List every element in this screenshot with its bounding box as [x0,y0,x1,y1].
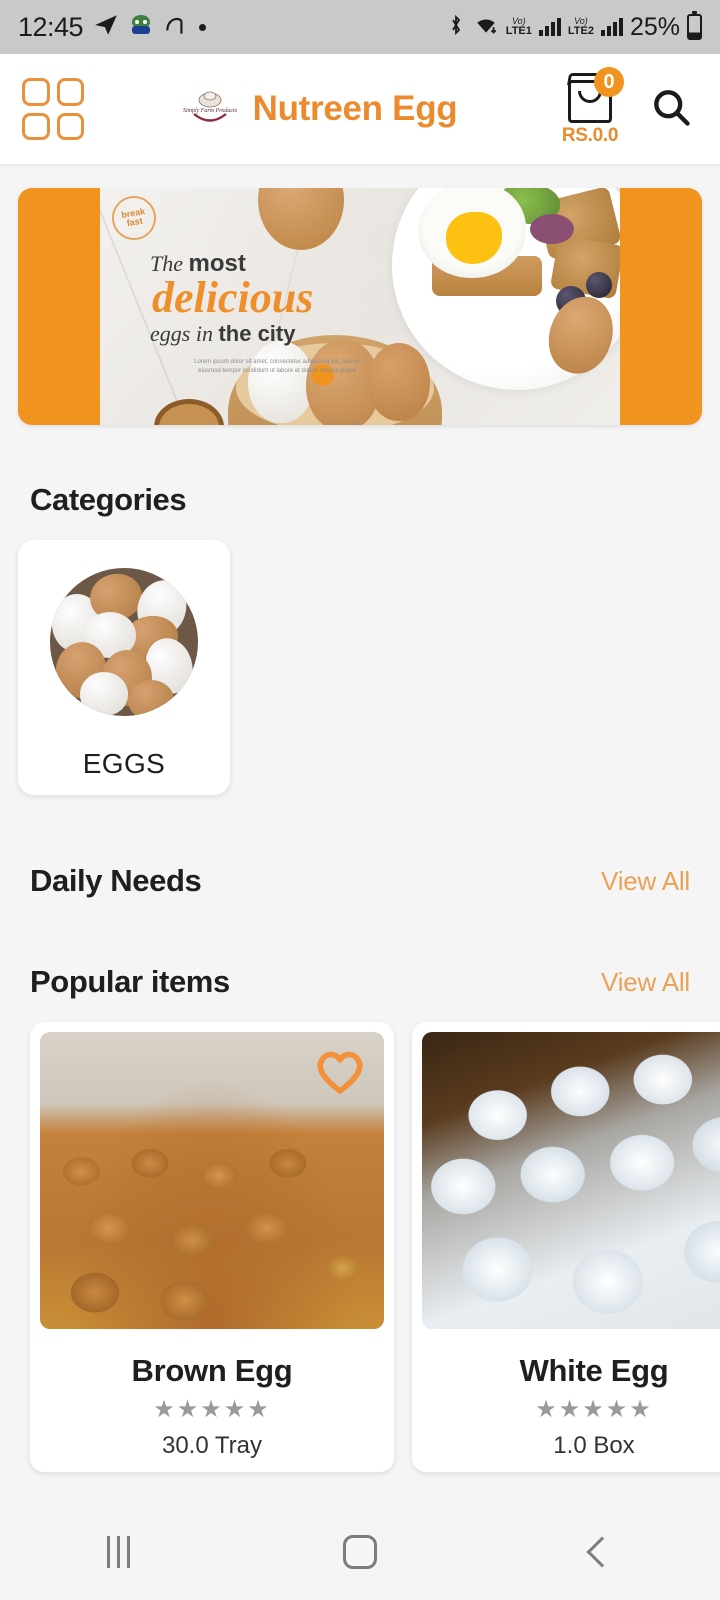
grid-menu-icon[interactable] [22,78,84,140]
bluetooth-icon [446,13,466,42]
product-image-white-egg [422,1032,720,1329]
product-card-white-egg[interactable]: White Egg ★★★★★ 1.0 Box [412,1022,720,1472]
category-image-eggs [50,568,198,716]
wifi-icon [473,14,499,41]
banner-subtext: Lorem ipsum dolor sit amet, consectetur … [194,359,360,374]
banner-headline: The most delicious eggs in the city [150,250,313,347]
brown-egg-graphic-top [258,188,344,250]
sim1-signal-bars [538,18,561,36]
banner-line-2: delicious [152,273,314,322]
status-time: 12:45 [18,11,84,42]
white-egg-graphic [248,341,314,423]
brand-area: Simply Farm Products Nutreen Egg [84,85,552,133]
cart-badge: 0 [594,67,624,97]
product-unit-white-egg: 1.0 Box [553,1432,635,1459]
cart-total: RS.0.0 [561,125,619,146]
category-label-eggs: EGGS [82,748,166,779]
daily-needs-section-header: Daily Needs View All [30,863,690,899]
app-icon [129,13,153,42]
back-button[interactable] [586,1535,618,1568]
brown-egg-graphic-2 [368,343,430,421]
app-screen: 12:45 Vo) LTE1 Vo) LTE2 25% Simply Farm … [0,0,720,1600]
app-header: Simply Farm Products Nutreen Egg 0 RS.0.… [0,54,720,164]
brand-logo-icon: Simply Farm Products [179,85,241,133]
popular-items-section-header: Popular items View All [30,964,690,1000]
promo-banner-image: break fast The most delicious eggs in th… [100,188,620,425]
sim2-signal-bars [600,18,623,36]
berry-graphic-2 [586,272,612,298]
purple-leaf-graphic [530,214,574,244]
product-rating-brown-egg: ★★★★★ [153,1396,271,1423]
telegram-icon [93,12,119,43]
battery-icon [687,11,702,40]
product-name-brown-egg: Brown Egg [131,1353,293,1388]
cart-button[interactable]: 0 RS.0.0 [552,67,628,147]
battery-percent: 25% [629,12,680,41]
status-bar-left: 12:45 [18,11,207,43]
product-card-brown-egg[interactable]: Brown Egg ★★★★★ 30.0 Tray [30,1022,394,1472]
sim2-network-label: Vo) LTE2 [568,17,594,37]
dot-icon [199,23,207,31]
search-icon [649,85,693,134]
product-rating-white-egg: ★★★★★ [535,1396,653,1423]
bowl-bottom-graphic [154,399,224,425]
popular-items-row[interactable]: Brown Egg ★★★★★ 30.0 Tray White Egg ★★★★… [30,1022,720,1472]
recent-apps-button[interactable] [106,1535,130,1568]
svg-text:Simply Farm Products: Simply Farm Products [183,108,238,114]
favorite-heart-icon[interactable] [312,1044,368,1101]
search-button[interactable] [644,85,698,134]
daily-needs-title: Daily Needs [30,863,202,898]
popular-items-title: Popular items [30,964,230,999]
sound-wave-icon [163,12,189,43]
sim1-lte-label: LTE1 [505,25,532,37]
daily-needs-view-all[interactable]: View All [601,866,690,897]
breakfast-badge: break fast [108,192,160,244]
app-title: Nutreen Egg [252,89,458,128]
page-content[interactable]: break fast The most delicious eggs in th… [0,164,720,1503]
category-card-eggs[interactable]: EGGS [18,540,230,795]
home-button[interactable] [343,1534,378,1569]
sim1-network-label: Vo) LTE1 [506,17,532,37]
promo-banner[interactable]: break fast The most delicious eggs in th… [18,188,702,425]
categories-row[interactable]: EGGS [18,540,720,795]
product-name-white-egg: White Egg [519,1353,669,1388]
product-image-brown-egg [40,1032,384,1329]
status-bar-right: Vo) LTE1 Vo) LTE2 25% [446,11,702,42]
categories-title: Categories [30,482,187,517]
popular-items-view-all[interactable]: View All [601,967,690,998]
product-unit-brown-egg: 30.0 Tray [161,1432,263,1459]
categories-section-header: Categories [30,482,690,518]
status-bar: 12:45 Vo) LTE1 Vo) LTE2 25% [0,0,720,54]
android-navigation-bar [0,1503,720,1600]
banner-line-3: eggs in the city [150,321,296,347]
sim2-lte-label: LTE2 [567,25,594,37]
